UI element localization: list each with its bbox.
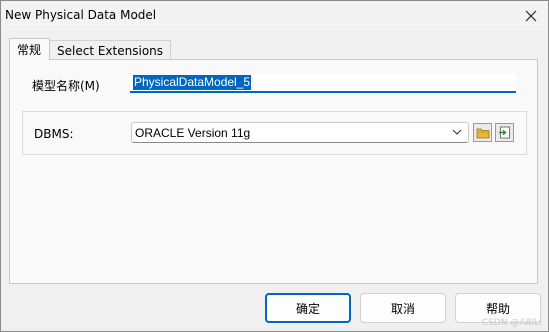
dbms-group: DBMS: ORACLE Version 11g (22, 111, 527, 155)
general-tab-panel: 模型名称(M) PhysicalDataModel_5 DBMS: ORACLE… (9, 59, 538, 284)
chevron-down-icon (452, 129, 462, 135)
close-button[interactable] (520, 5, 542, 27)
tab-strip: 常规 Select Extensions (9, 38, 172, 60)
dbms-select-value: ORACLE Version 11g (135, 125, 251, 140)
window-title: New Physical Data Model (5, 8, 157, 22)
close-icon (525, 10, 537, 22)
cancel-button-label: 取消 (390, 301, 415, 316)
help-button-label: 帮助 (485, 301, 510, 316)
model-name-input[interactable]: PhysicalDataModel_5 (130, 74, 516, 93)
cancel-button[interactable]: 取消 (360, 293, 446, 323)
model-name-value: PhysicalDataModel_5 (133, 75, 252, 90)
title-bar[interactable]: New Physical Data Model (1, 1, 548, 31)
tab-select-extensions[interactable]: Select Extensions (49, 40, 172, 60)
tab-general[interactable]: 常规 (9, 38, 51, 60)
ok-button-label: 确定 (295, 301, 320, 316)
watermark: CSDN @ABILI (481, 318, 542, 328)
dbms-label: DBMS: (34, 127, 74, 141)
model-name-label: 模型名称(M) (32, 79, 100, 93)
tab-general-label: 常规 (17, 43, 42, 57)
dbms-select[interactable]: ORACLE Version 11g (131, 122, 469, 143)
tab-select-extensions-label: Select Extensions (57, 43, 164, 58)
import-dbms-button[interactable] (495, 123, 514, 142)
browse-dbms-button[interactable] (473, 123, 492, 142)
dialog-window: New Physical Data Model 常规 Select Extens… (0, 0, 549, 332)
import-icon (499, 126, 510, 139)
ok-button[interactable]: 确定 (265, 293, 351, 323)
folder-icon (476, 128, 489, 138)
